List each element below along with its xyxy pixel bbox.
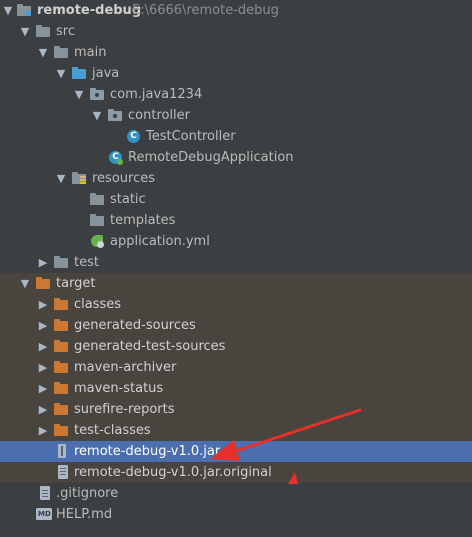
tree-label: java (92, 66, 120, 81)
tree-node-test[interactable]: ▶ test (0, 252, 472, 273)
collapse-arrow-icon[interactable]: ▶ (37, 357, 49, 378)
tree-node-generated-sources[interactable]: ▶ generated-sources (0, 315, 472, 336)
project-tree: ▼ remote-debug E:\6666\remote-debug ▼ sr… (0, 0, 472, 537)
collapse-arrow-icon[interactable]: ▶ (37, 399, 49, 420)
collapse-arrow-icon[interactable]: ▶ (37, 252, 49, 273)
expand-arrow-icon[interactable]: ▼ (37, 42, 49, 63)
tree-node-main[interactable]: ▼ main (0, 42, 472, 63)
excluded-folder-icon (54, 402, 70, 417)
tree-node-jar[interactable]: remote-debug-v1.0.jar (0, 441, 472, 462)
folder-icon (36, 24, 52, 39)
tree-label: templates (110, 213, 176, 228)
folder-icon (90, 192, 106, 207)
tree-label: main (74, 45, 107, 60)
tree-node-jar-original[interactable]: remote-debug-v1.0.jar.original (0, 462, 472, 483)
project-path: E:\6666\remote-debug (132, 3, 279, 18)
collapse-arrow-icon[interactable]: ▶ (37, 378, 49, 399)
excluded-folder-icon (54, 318, 70, 333)
tree-node-test-controller[interactable]: C TestController (0, 126, 472, 147)
tree-node-classes[interactable]: ▶ classes (0, 294, 472, 315)
tree-node-target[interactable]: ▼ target (0, 273, 472, 294)
source-folder-icon (72, 66, 88, 81)
yaml-config-icon (90, 234, 106, 249)
package-icon (108, 108, 124, 123)
gitignore-file-icon (38, 486, 54, 501)
tree-label: generated-test-sources (74, 339, 226, 354)
tree-node-help-md[interactable]: MD HELP.md (0, 504, 472, 525)
tree-node-surefire-reports[interactable]: ▶ surefire-reports (0, 399, 472, 420)
folder-icon (54, 45, 70, 60)
excluded-folder-icon (54, 360, 70, 375)
module-folder-icon (17, 3, 33, 18)
expand-arrow-icon[interactable]: ▼ (19, 273, 31, 294)
tree-label: resources (92, 171, 156, 186)
collapse-arrow-icon[interactable]: ▶ (37, 420, 49, 441)
excluded-folder-icon (54, 297, 70, 312)
folder-icon (90, 213, 106, 228)
tree-label: src (56, 24, 75, 39)
tree-node-test-classes[interactable]: ▶ test-classes (0, 420, 472, 441)
tree-node-templates[interactable]: templates (0, 210, 472, 231)
tree-label: application.yml (110, 234, 210, 249)
tree-label: TestController (146, 129, 236, 144)
excluded-folder-icon (54, 339, 70, 354)
tree-node-controller[interactable]: ▼ controller (0, 105, 472, 126)
collapse-arrow-icon[interactable]: ▶ (37, 315, 49, 336)
tree-label: generated-sources (74, 318, 196, 333)
project-name: remote-debug (37, 3, 142, 18)
unknown-file-icon (56, 465, 72, 480)
collapse-arrow-icon[interactable]: ▶ (37, 336, 49, 357)
spring-boot-class-icon: C (108, 150, 124, 165)
tree-node-generated-test-sources[interactable]: ▶ generated-test-sources (0, 336, 472, 357)
tree-node-maven-status[interactable]: ▶ maven-status (0, 378, 472, 399)
folder-icon (54, 255, 70, 270)
tree-label: remote-debug-v1.0.jar (74, 444, 221, 459)
expand-arrow-icon[interactable]: ▼ (91, 105, 103, 126)
markdown-file-icon: MD (36, 508, 52, 520)
tree-label: HELP.md (56, 507, 113, 522)
tree-label: surefire-reports (74, 402, 175, 417)
tree-node-app-class[interactable]: C RemoteDebugApplication (0, 147, 472, 168)
excluded-folder-icon (54, 423, 70, 438)
expand-arrow-icon[interactable]: ▼ (73, 84, 85, 105)
tree-label: classes (74, 297, 122, 312)
expand-arrow-icon[interactable]: ▼ (2, 0, 14, 21)
tree-node-application-yml[interactable]: application.yml (0, 231, 472, 252)
tree-node-remote-debug[interactable]: ▼ remote-debug E:\6666\remote-debug (0, 0, 472, 21)
tree-label: maven-archiver (74, 360, 177, 375)
tree-label: test-classes (74, 423, 151, 438)
expand-arrow-icon[interactable]: ▼ (55, 63, 67, 84)
excluded-folder-icon (36, 276, 52, 291)
tree-node-gitignore[interactable]: .gitignore (0, 483, 472, 504)
tree-node-static[interactable]: static (0, 189, 472, 210)
resources-folder-icon (72, 171, 88, 186)
tree-label: maven-status (74, 381, 164, 396)
tree-label: target (56, 276, 96, 291)
tree-node-src[interactable]: ▼ src (0, 21, 472, 42)
expand-arrow-icon[interactable]: ▼ (19, 21, 31, 42)
package-icon (90, 87, 106, 102)
tree-label: test (74, 255, 99, 270)
tree-label: controller (128, 108, 191, 123)
tree-node-java[interactable]: ▼ java (0, 63, 472, 84)
collapse-arrow-icon[interactable]: ▶ (37, 294, 49, 315)
excluded-folder-icon (54, 381, 70, 396)
tree-label: com.java1234 (110, 87, 203, 102)
jar-file-icon (56, 444, 72, 459)
tree-label: remote-debug-v1.0.jar.original (74, 465, 272, 480)
tree-label: .gitignore (56, 486, 119, 501)
class-icon: C (126, 129, 142, 144)
tree-node-package[interactable]: ▼ com.java1234 (0, 84, 472, 105)
tree-node-maven-archiver[interactable]: ▶ maven-archiver (0, 357, 472, 378)
tree-node-resources[interactable]: ▼ resources (0, 168, 472, 189)
expand-arrow-icon[interactable]: ▼ (55, 168, 67, 189)
tree-label: RemoteDebugApplication (128, 150, 294, 165)
tree-label: static (110, 192, 146, 207)
